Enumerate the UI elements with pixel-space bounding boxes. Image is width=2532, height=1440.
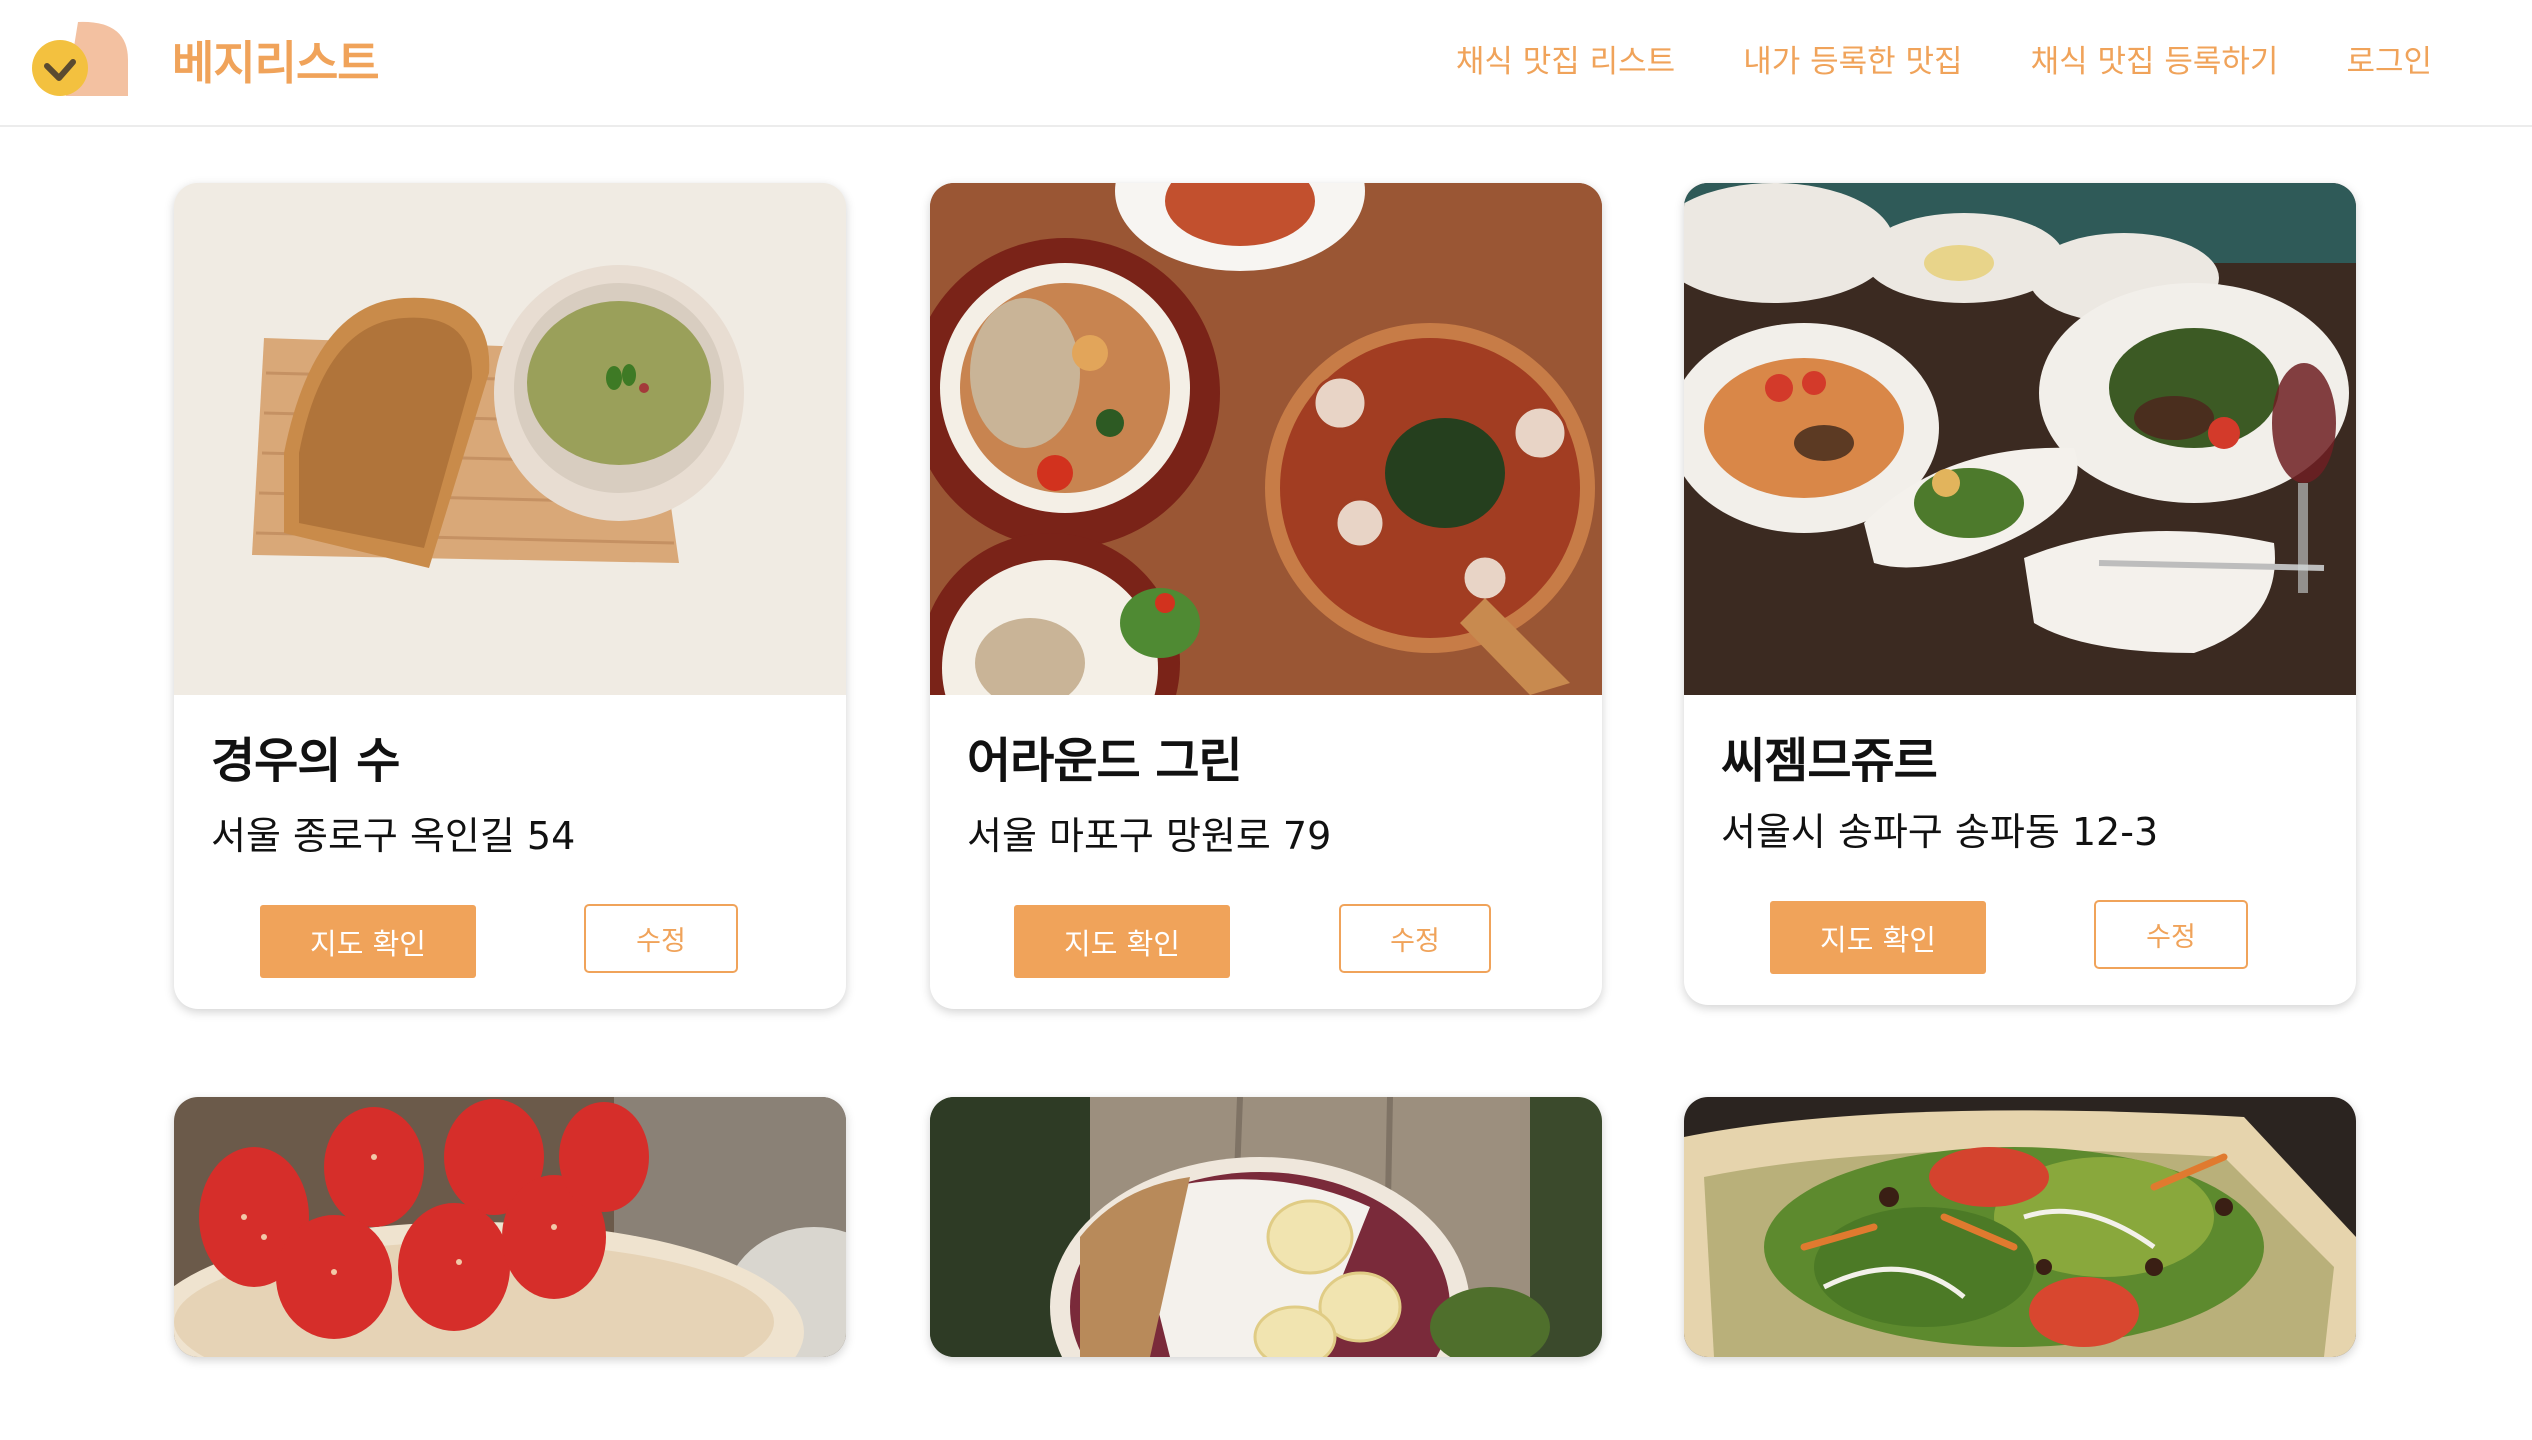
edit-button[interactable]: 수정 — [1339, 904, 1491, 973]
nav-register-restaurant[interactable]: 채식 맛집 등록하기 — [2031, 36, 2279, 81]
edit-button[interactable]: 수정 — [584, 904, 738, 973]
restaurant-address: 서울 종로구 옥인길 54 — [211, 814, 576, 858]
restaurant-card — [1684, 1097, 2356, 1357]
restaurant-address: 서울 마포구 망원로 79 — [967, 814, 1332, 858]
card-body: 씨젬므쥬르 서울시 송파구 송파동 12-3 지도 확인 수정 — [1684, 695, 2356, 1005]
restaurant-name: 씨젬므쥬르 — [1721, 733, 1938, 789]
nav-login[interactable]: 로그인 — [2346, 36, 2432, 81]
top-navbar: 베지리스트 채식 맛집 리스트 내가 등록한 맛집 채식 맛집 등록하기 로그인 — [0, 0, 2532, 127]
restaurant-name: 어라운드 그린 — [967, 733, 1243, 789]
restaurant-card: 씨젬므쥬르 서울시 송파구 송파동 12-3 지도 확인 수정 — [1684, 183, 2356, 1005]
restaurant-card — [930, 1097, 1602, 1357]
main-nav: 채식 맛집 리스트 내가 등록한 맛집 채식 맛집 등록하기 로그인 — [1456, 36, 2432, 81]
toast-and-pea-soup-photo — [174, 183, 846, 695]
nav-vegan-restaurant-list[interactable]: 채식 맛집 리스트 — [1456, 36, 1675, 81]
acai-bowl-photo — [930, 1097, 1602, 1357]
restaurant-name: 경우의 수 — [211, 733, 400, 789]
strawberry-cake-photo — [174, 1097, 846, 1357]
salad-pizza-photo — [1684, 1097, 2356, 1357]
card-body: 어라운드 그린 서울 마포구 망원로 79 지도 확인 수정 — [930, 695, 1602, 1009]
brand-name[interactable]: 베지리스트 — [172, 27, 380, 93]
curry-and-lotus-pizza-photo — [930, 183, 1602, 695]
edit-button[interactable]: 수정 — [2094, 900, 2248, 969]
vegilist-logo-icon[interactable] — [30, 20, 130, 100]
restaurant-card: 경우의 수 서울 종로구 옥인길 54 지도 확인 수정 — [174, 183, 846, 1009]
view-map-button[interactable]: 지도 확인 — [260, 905, 476, 978]
card-body: 경우의 수 서울 종로구 옥인길 54 지도 확인 수정 — [174, 695, 846, 1009]
view-map-button[interactable]: 지도 확인 — [1770, 901, 1986, 974]
restaurant-card — [174, 1097, 846, 1357]
brand[interactable]: 베지리스트 — [30, 20, 380, 100]
view-map-button[interactable]: 지도 확인 — [1014, 905, 1230, 978]
restaurant-address: 서울시 송파구 송파동 12-3 — [1721, 810, 2159, 854]
nav-my-registered-restaurants[interactable]: 내가 등록한 맛집 — [1743, 36, 1962, 81]
restaurant-card: 어라운드 그린 서울 마포구 망원로 79 지도 확인 수정 — [930, 183, 1602, 1009]
pasta-and-salad-table-photo — [1684, 183, 2356, 695]
